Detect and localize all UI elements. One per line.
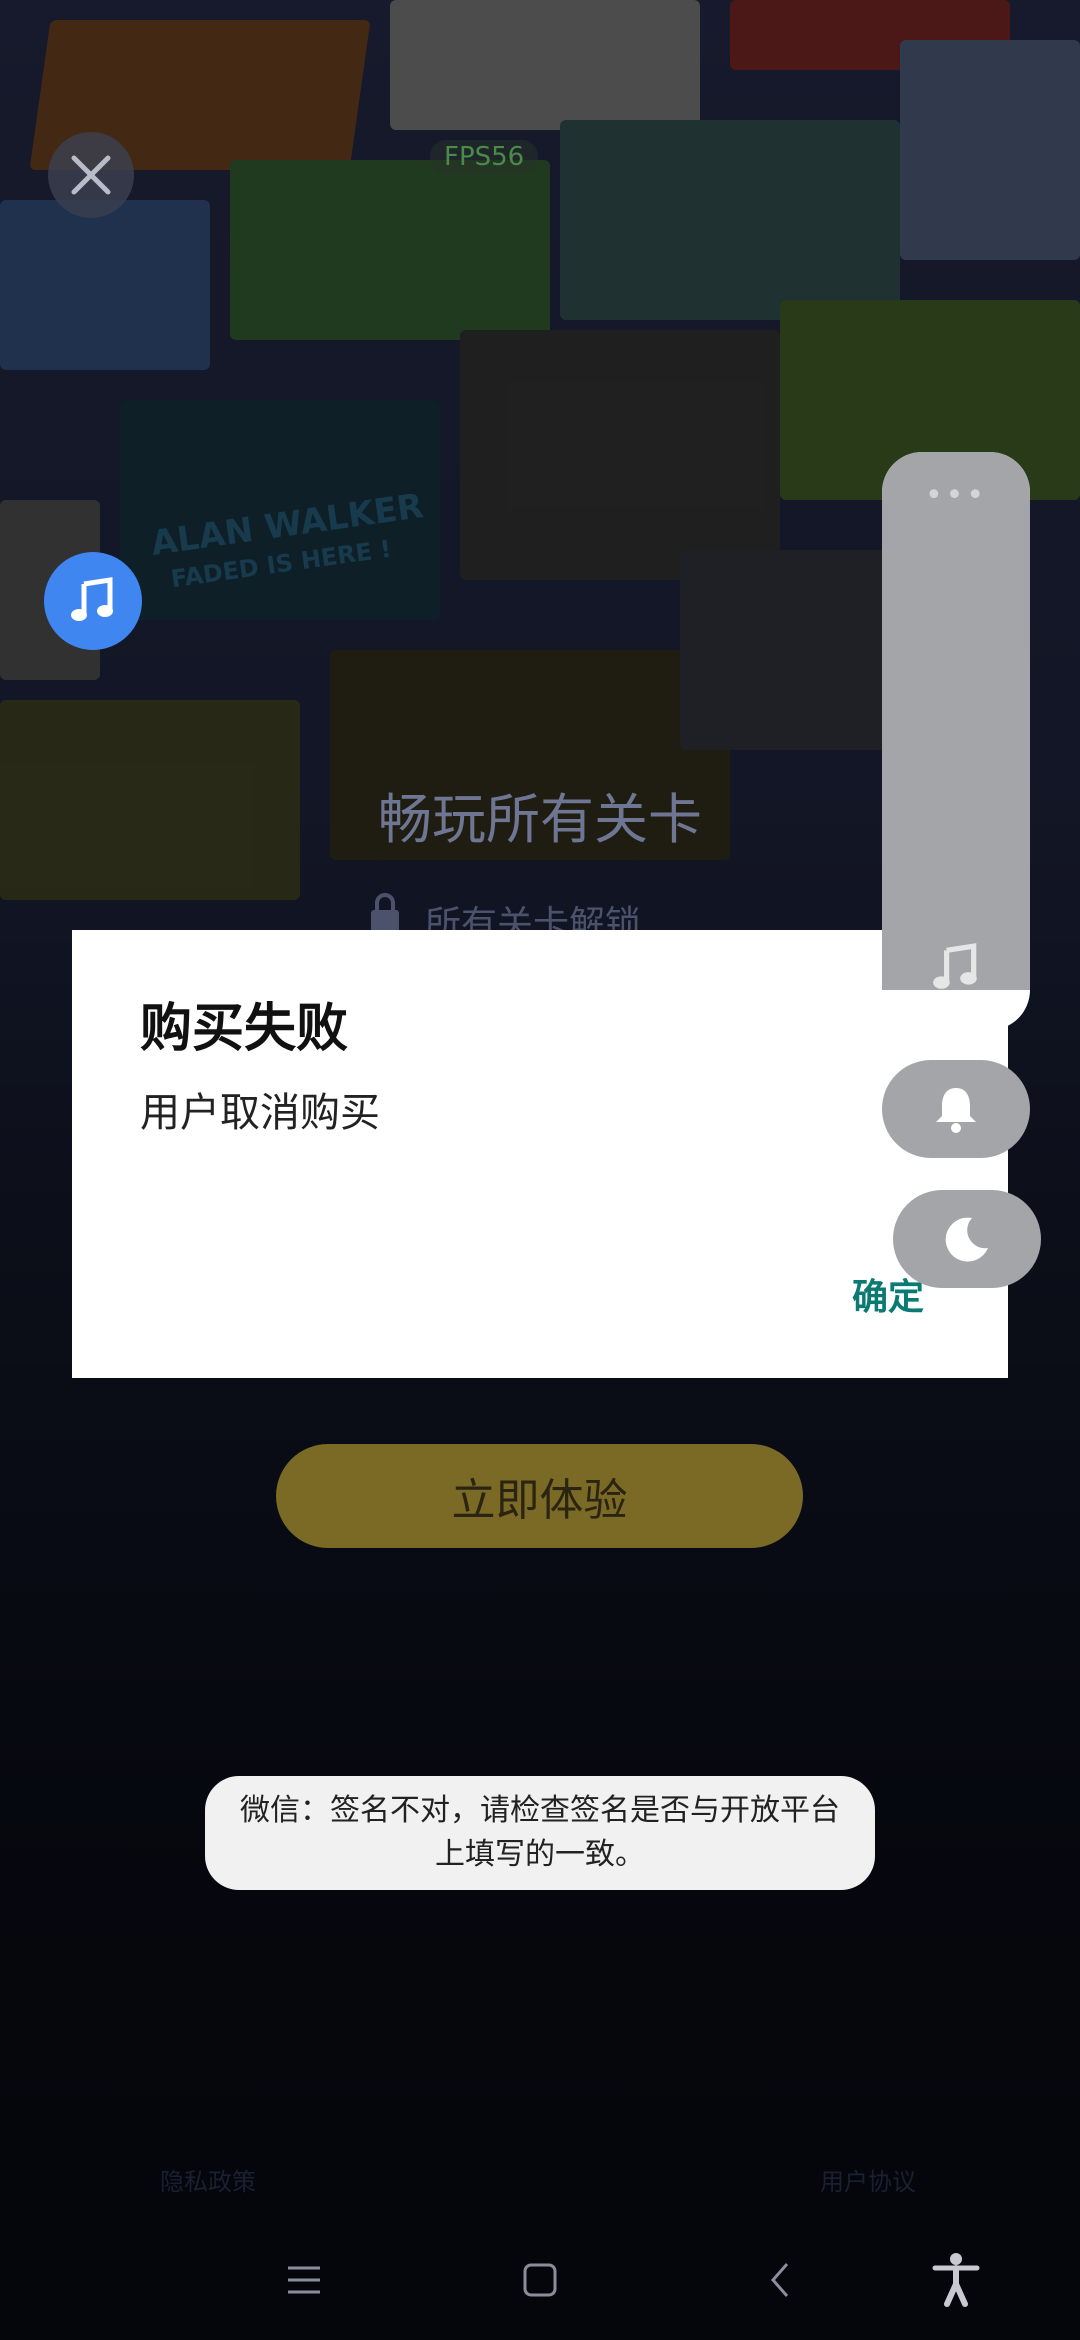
side-sound-panel[interactable]: ••• — [882, 452, 1030, 1030]
home-button[interactable] — [508, 2248, 572, 2312]
toast-message: 微信：签名不对，请检查签名是否与开放平台上填写的一致。 — [205, 1776, 875, 1890]
purchase-failed-dialog: 购买失败 用户取消购买 确定 — [72, 930, 1008, 1378]
menu-lines-icon — [288, 2266, 320, 2294]
moon-icon — [945, 1217, 988, 1262]
music-floating-button[interactable] — [44, 552, 142, 650]
dialog-title: 购买失败 — [140, 999, 349, 1059]
back-button[interactable] — [748, 2248, 812, 2312]
recent-apps-button[interactable] — [272, 2248, 336, 2312]
close-icon — [71, 155, 111, 195]
system-navigation-bar — [0, 2220, 1080, 2340]
privacy-policy-link[interactable]: 隐私政策 — [160, 2162, 256, 2197]
user-agreement-link[interactable]: 用户协议 — [820, 2162, 916, 2197]
more-options-icon[interactable]: ••• — [882, 478, 1030, 513]
chevron-left-icon — [771, 2263, 789, 2297]
close-button[interactable] — [48, 132, 134, 218]
music-note-icon — [71, 577, 113, 621]
try-now-button[interactable]: 立即体验 — [276, 1444, 803, 1548]
notification-toggle-button[interactable] — [882, 1060, 1030, 1158]
bell-icon — [936, 1088, 976, 1133]
dialog-message: 用户取消购买 — [140, 1090, 380, 1136]
home-square-icon — [523, 2263, 557, 2297]
accessibility-button[interactable] — [924, 2248, 988, 2312]
dark-mode-toggle-button[interactable] — [893, 1190, 1041, 1288]
accessibility-icon — [932, 2253, 980, 2307]
fps-counter: FPS56 — [430, 140, 539, 174]
music-note-icon — [933, 943, 977, 989]
volume-slider-fill[interactable] — [882, 452, 1030, 990]
